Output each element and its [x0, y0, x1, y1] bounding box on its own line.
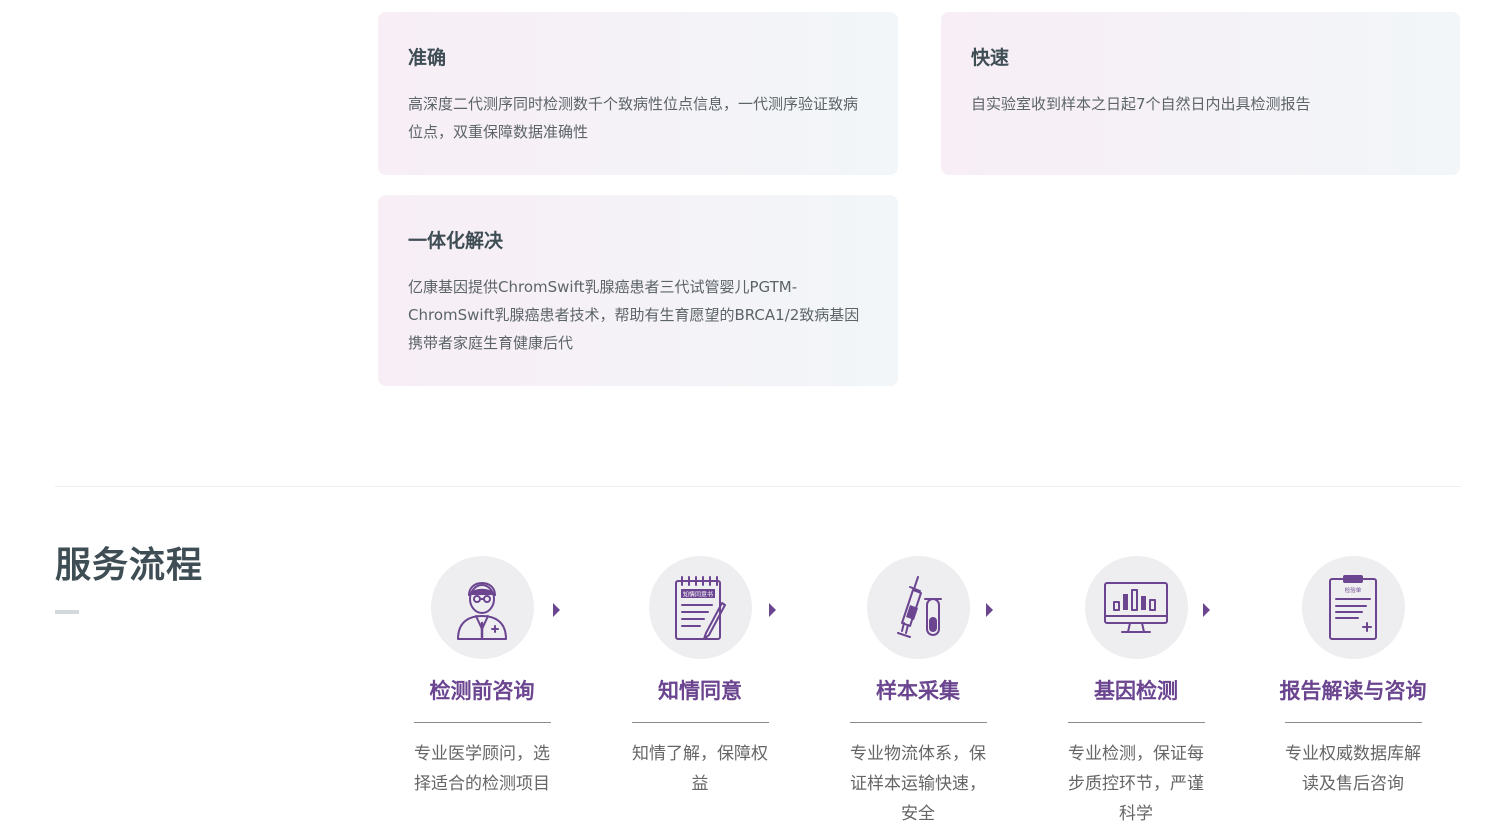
step-desc: 知情了解，保障权益 — [632, 744, 768, 794]
step-desc: 专业医学顾问，选择适合的检测项目 — [414, 744, 550, 794]
step-label: 基因检测 — [1094, 679, 1178, 703]
step-label: 检测前咨询 — [429, 679, 535, 703]
feature-card-integrated: 一体化解决 亿康基因提供ChromSwift乳腺癌患者三代试管婴儿PGTM-Ch… — [378, 195, 898, 386]
step-label: 样本采集 — [876, 679, 960, 703]
step-label: 报告解读与咨询 — [1279, 679, 1427, 703]
feature-text: 自实验室收到样本之日起7个自然日内出具检测报告 — [971, 95, 1311, 113]
step-rule — [1284, 722, 1422, 723]
feature-title: 准确 — [408, 47, 447, 69]
step-desc: 专业物流体系，保证样本运输快速，安全 — [850, 744, 986, 824]
doctor-icon — [457, 581, 507, 640]
chevron-right-icon — [1203, 603, 1210, 617]
step-label: 知情同意 — [658, 679, 742, 703]
step-icon-circle — [866, 556, 970, 659]
step-rule — [631, 722, 769, 723]
step-icon-circle — [430, 556, 534, 659]
process-step-consultation: 检测前咨询 专业医学顾问，选择适合的检测项目 — [382, 556, 582, 799]
feature-title: 快速 — [971, 47, 1010, 69]
feature-card-fast: 快速 自实验室收到样本之日起7个自然日内出具检测报告 — [941, 12, 1460, 175]
chevron-right-icon — [986, 603, 993, 617]
step-desc: 专业检测，保证每步质控环节，严谨科学 — [1068, 744, 1204, 824]
process-step-testing: 基因检测 专业检测，保证每步质控环节，严谨科学 — [1036, 556, 1236, 829]
section-title: 服务流程 — [55, 545, 204, 586]
syringe-tube-icon — [897, 575, 942, 638]
step-rule — [1067, 722, 1205, 723]
consent-form-icon: 知情同意书 — [675, 575, 726, 640]
feature-card-accurate: 准确 高深度二代测序同时检测数千个致病性位点信息，一代测序验证致病位点，双重保障… — [378, 12, 898, 175]
feature-text: 高深度二代测序同时检测数千个致病性位点信息，一代测序验证致病位点，双重保障数据准… — [408, 95, 859, 141]
step-rule — [849, 722, 987, 723]
monitor-chart-icon — [1104, 581, 1168, 633]
section-divider — [55, 486, 1461, 487]
process-step-report: 检验单 报告解读与咨询 专业权威数据库解读及售后咨询 — [1253, 556, 1453, 799]
process-step-consent: 知情同意书 知情同意 知情了解，保障权益 — [600, 556, 800, 799]
chevron-right-icon — [769, 603, 776, 617]
step-icon-circle: 检验单 — [1301, 556, 1405, 659]
feature-text: 亿康基因提供ChromSwift乳腺癌患者三代试管婴儿PGTM-ChromSwi… — [408, 278, 860, 352]
step-rule — [413, 722, 551, 723]
report-clipboard-icon: 检验单 — [1329, 574, 1377, 640]
title-underline — [55, 610, 79, 614]
step-icon-circle: 知情同意书 — [648, 556, 752, 659]
feature-title: 一体化解决 — [408, 230, 504, 252]
chevron-right-icon — [553, 603, 560, 617]
svg-text:检验单: 检验单 — [1345, 586, 1362, 594]
step-icon-circle — [1084, 556, 1188, 659]
svg-text:知情同意书: 知情同意书 — [683, 590, 713, 598]
process-step-sampling: 样本采集 专业物流体系，保证样本运输快速，安全 — [818, 556, 1018, 829]
step-desc: 专业权威数据库解读及售后咨询 — [1285, 744, 1421, 794]
